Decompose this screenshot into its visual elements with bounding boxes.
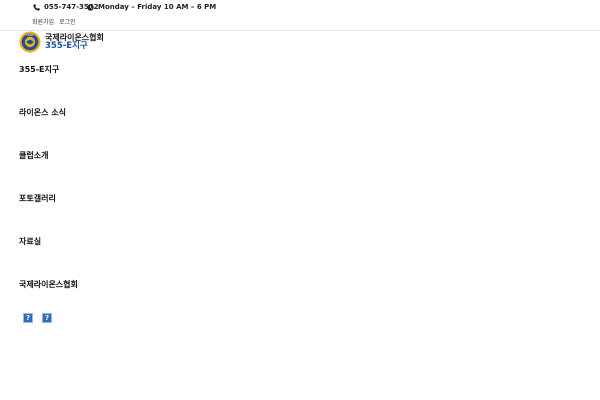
blog-icon[interactable]: ? bbox=[42, 313, 52, 323]
menu-item-lions-news[interactable]: 라이온스 소식 bbox=[19, 107, 78, 150]
svg-text:LIONS: LIONS bbox=[27, 34, 34, 37]
auth-links: 회원가입 로그인 bbox=[32, 17, 76, 26]
menu-item-club-intro[interactable]: 클럽소개 bbox=[19, 150, 78, 193]
facebook-icon[interactable]: ? bbox=[23, 313, 33, 323]
social-links: ? ? bbox=[23, 313, 52, 323]
main-menu: 355-E지구 라이온스 소식 클럽소개 포토갤러리 자료실 국제라이온스협회 bbox=[19, 64, 78, 322]
lions-emblem-icon: LIONS bbox=[19, 31, 41, 53]
menu-item-archive[interactable]: 자료실 bbox=[19, 236, 78, 279]
clock-icon bbox=[87, 3, 94, 11]
menu-item-district[interactable]: 355-E지구 bbox=[19, 64, 78, 107]
menu-item-photo-gallery[interactable]: 포토갤러리 bbox=[19, 193, 78, 236]
logo-text: 국제라이온스협회 355-E지구 bbox=[45, 33, 104, 52]
phone-icon bbox=[33, 3, 40, 11]
login-link[interactable]: 로그인 bbox=[59, 17, 76, 26]
site-logo[interactable]: LIONS 국제라이온스협회 355-E지구 bbox=[19, 31, 104, 53]
hours-text: Monday – Friday 10 AM – 6 PM bbox=[98, 3, 217, 11]
logo-subtitle: 355-E지구 bbox=[45, 40, 88, 51]
business-hours: Monday – Friday 10 AM – 6 PM bbox=[87, 3, 216, 11]
top-bar: 055-747-3552 Monday – Friday 10 AM – 6 P… bbox=[0, 0, 600, 31]
signup-link[interactable]: 회원가입 bbox=[32, 17, 54, 26]
